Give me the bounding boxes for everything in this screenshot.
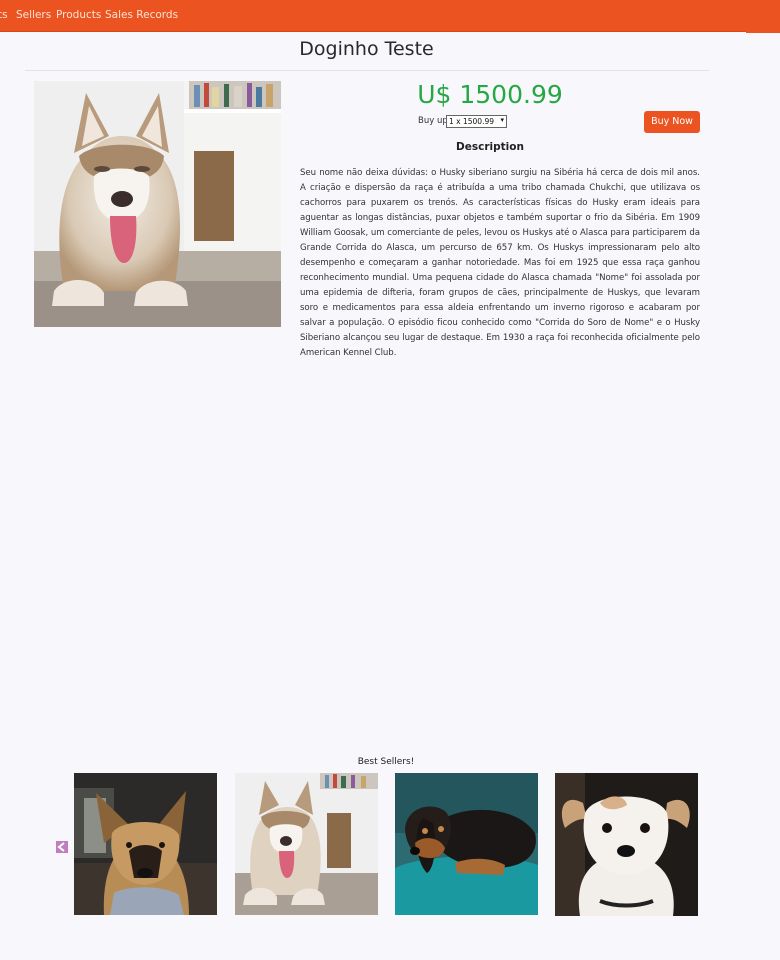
description-heading: Description (456, 141, 524, 153)
title-divider (25, 70, 709, 71)
best-sellers-heading: Best Sellers! (357, 757, 415, 767)
product-title: Doginho Teste (299, 38, 434, 60)
chevron-left-icon (56, 841, 68, 853)
nav-link-products[interactable]: Products (56, 9, 101, 21)
best-seller-card-1[interactable] (74, 773, 217, 915)
german-shepherd-photo (74, 773, 217, 915)
product-image-husky (34, 81, 281, 327)
quantity-select[interactable]: 1 x 1500.99 ▾ (446, 115, 507, 128)
nav-link-sellers[interactable]: Sellers (16, 9, 51, 21)
buy-now-button[interactable]: Buy Now (644, 111, 700, 133)
buy-up-label: Buy up (418, 116, 448, 126)
best-seller-card-4[interactable] (555, 773, 698, 916)
navbar-edge (746, 31, 780, 33)
quantity-select-value: 1 x 1500.99 (449, 117, 494, 126)
best-seller-card-3[interactable] (395, 773, 538, 915)
nav-link-sales-records[interactable]: Sales Records (105, 9, 178, 21)
product-price: U$ 1500.99 (417, 80, 563, 109)
nav-link-truncated[interactable]: ts (0, 9, 8, 21)
dachshund-photo (395, 773, 538, 915)
carousel-prev-button[interactable] (56, 838, 68, 853)
white-terrier-photo (555, 773, 698, 916)
husky-puppy-photo (235, 773, 378, 915)
chevron-down-icon: ▾ (500, 116, 504, 124)
best-seller-card-2[interactable] (235, 773, 378, 915)
buy-up-row: Buy up 1 x 1500.99 ▾ (300, 115, 700, 129)
product-description: Seu nome não deixa dúvidas: o Husky sibe… (300, 168, 700, 358)
top-navbar: ts Sellers Products Sales Records (0, 0, 780, 32)
